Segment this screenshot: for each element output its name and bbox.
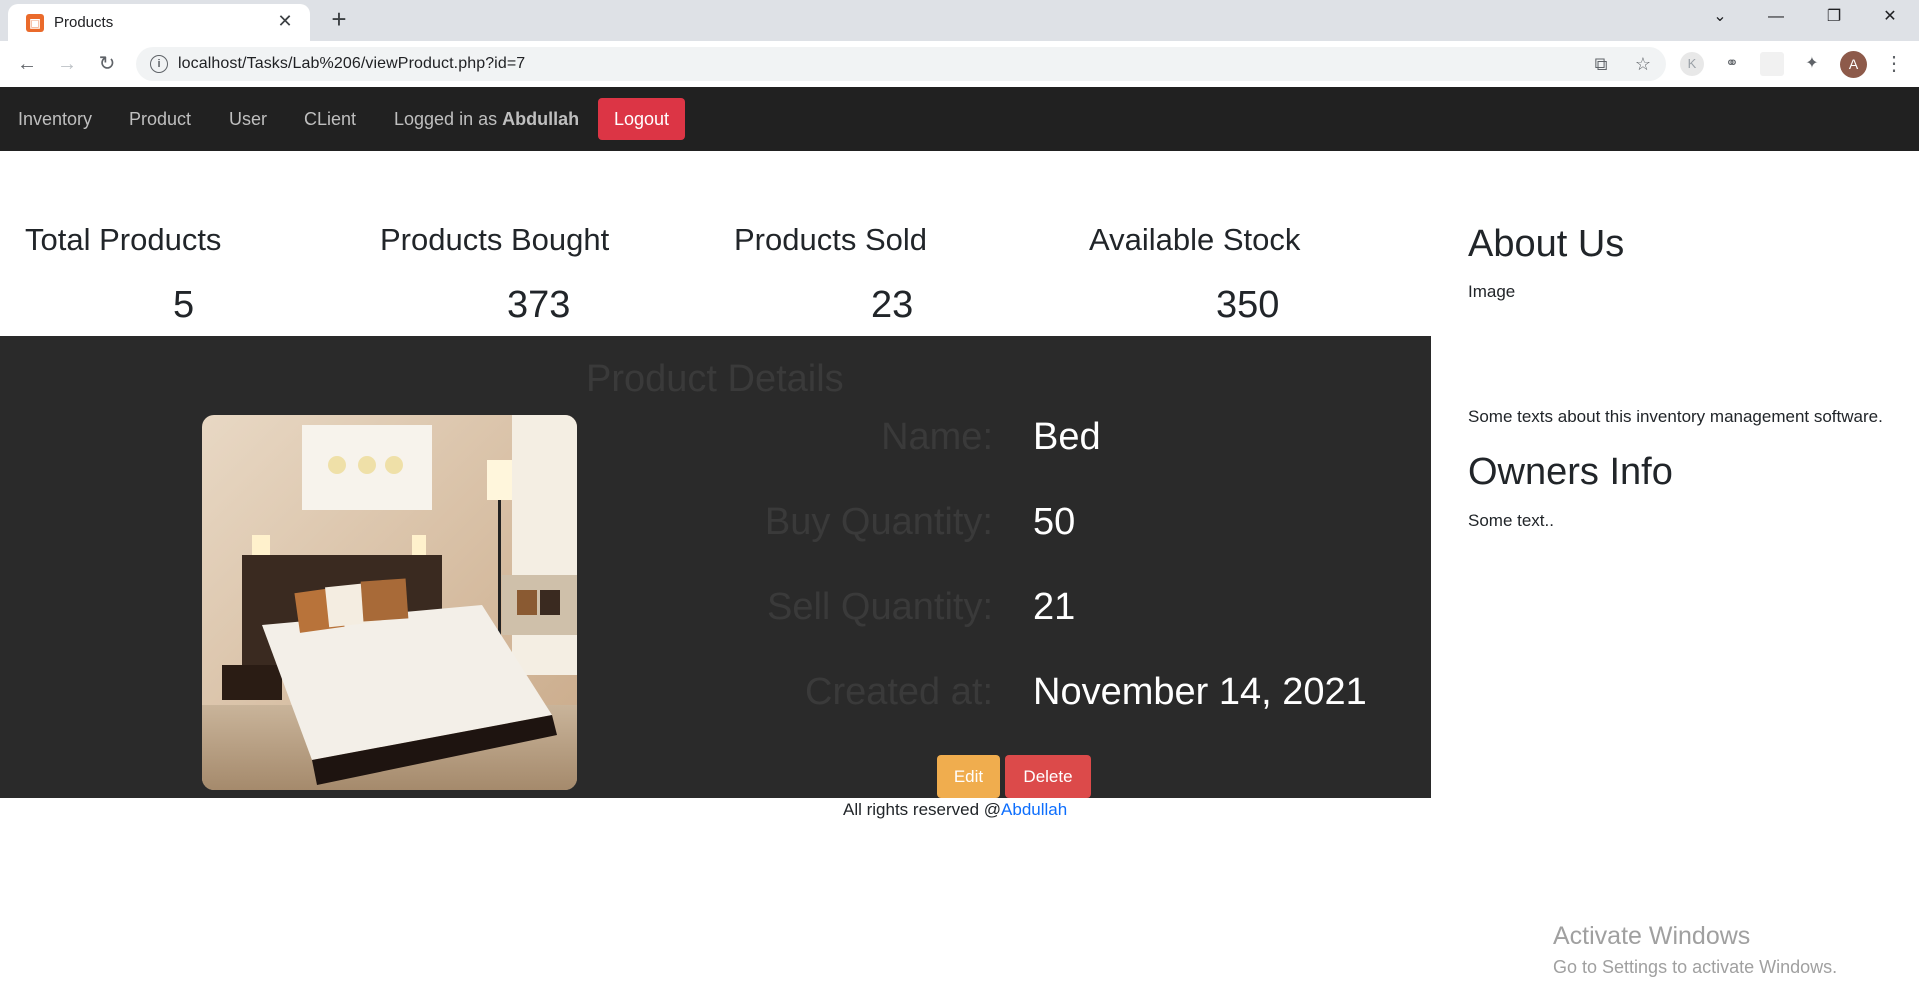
browser-tab-strip: ▣ Products ✕ + ⌄ — ❐ ✕ bbox=[0, 0, 1919, 41]
stat-value: 23 bbox=[871, 284, 914, 326]
url-text[interactable]: localhost/Tasks/Lab%206/viewProduct.php?… bbox=[178, 55, 525, 73]
logged-in-prefix: Logged in as bbox=[394, 109, 503, 129]
site-info-icon[interactable]: i bbox=[150, 55, 168, 73]
stat-products-sold: Products Sold 23 bbox=[734, 222, 1089, 326]
about-us-heading: About Us bbox=[1468, 223, 1625, 265]
delete-button[interactable]: Delete bbox=[1005, 755, 1091, 798]
footer-text: All rights reserved @ bbox=[843, 800, 1002, 819]
stat-label: Products Bought bbox=[380, 222, 610, 257]
nav-link-client[interactable]: CLient bbox=[304, 109, 356, 130]
xampp-favicon-icon: ▣ bbox=[26, 14, 44, 32]
activate-windows-subtitle: Go to Settings to activate Windows. bbox=[1553, 957, 1838, 977]
tab-title: Products bbox=[54, 14, 114, 31]
browser-tab[interactable]: ▣ Products ✕ bbox=[8, 4, 310, 41]
back-arrow-icon[interactable]: ← bbox=[12, 49, 42, 79]
address-bar[interactable]: i localhost/Tasks/Lab%206/viewProduct.ph… bbox=[136, 47, 1666, 81]
owners-text: Some text.. bbox=[1468, 511, 1554, 530]
window-close-icon[interactable]: ✕ bbox=[1862, 0, 1918, 34]
app-navbar: Inventory Product User CLient Logged in … bbox=[0, 87, 1919, 151]
tab-search-chevron-icon[interactable]: ⌄ bbox=[1692, 0, 1748, 34]
buy-quantity-label: Buy Quantity: bbox=[764, 501, 993, 543]
created-at-label: Created at: bbox=[805, 671, 993, 713]
created-at-value: November 14, 2021 bbox=[1033, 671, 1367, 713]
bookmark-star-icon[interactable]: ☆ bbox=[1630, 51, 1656, 77]
share-icon[interactable]: ⧉ bbox=[1588, 51, 1614, 77]
k-extension-icon[interactable]: K bbox=[1680, 52, 1704, 76]
stat-products-bought: Products Bought 373 bbox=[380, 222, 735, 326]
stat-value: 373 bbox=[507, 284, 571, 326]
more-menu-icon[interactable]: ⋮ bbox=[1882, 52, 1906, 76]
new-tab-icon[interactable]: + bbox=[324, 4, 354, 34]
logged-in-status: Logged in as Abdullah bbox=[394, 109, 579, 130]
minimize-icon[interactable]: — bbox=[1748, 0, 1804, 34]
profile-avatar[interactable]: A bbox=[1840, 51, 1867, 78]
extension-placeholder-icon[interactable] bbox=[1760, 52, 1784, 76]
stat-available-stock: Available Stock 350 bbox=[1089, 222, 1444, 326]
restore-icon[interactable]: ❐ bbox=[1806, 0, 1862, 34]
nav-link-inventory[interactable]: Inventory bbox=[18, 109, 92, 130]
forward-arrow-icon[interactable]: → bbox=[52, 49, 82, 79]
globe-extension-icon[interactable]: ⚭ bbox=[1720, 52, 1744, 76]
product-details-panel: Product Details Name: Bed Buy Quantity: … bbox=[0, 336, 1431, 798]
logout-button[interactable]: Logout bbox=[598, 98, 685, 140]
stat-label: Products Sold bbox=[734, 222, 927, 257]
stat-label: Total Products bbox=[25, 222, 222, 257]
about-image-placeholder: Image bbox=[1468, 282, 1516, 301]
stat-value: 5 bbox=[173, 284, 195, 326]
owners-info-heading: Owners Info bbox=[1468, 451, 1673, 493]
browser-toolbar: ← → ↻ i localhost/Tasks/Lab%206/viewProd… bbox=[0, 41, 1919, 88]
bedroom-photo bbox=[202, 415, 577, 790]
tab-close-icon[interactable]: ✕ bbox=[274, 10, 296, 32]
product-image bbox=[202, 415, 577, 790]
nav-link-user[interactable]: User bbox=[229, 109, 267, 130]
footer-author-link[interactable]: Abdullah bbox=[1001, 800, 1067, 819]
name-label: Name: bbox=[881, 416, 993, 458]
nav-link-product[interactable]: Product bbox=[129, 109, 191, 130]
buy-quantity-value: 50 bbox=[1033, 501, 1076, 543]
name-value: Bed bbox=[1033, 416, 1101, 458]
about-text: Some texts about this inventory manageme… bbox=[1468, 407, 1883, 426]
edit-button[interactable]: Edit bbox=[937, 755, 1000, 798]
sell-quantity-value: 21 bbox=[1033, 586, 1076, 628]
stat-total-products: Total Products 5 bbox=[25, 222, 380, 326]
logged-in-username: Abdullah bbox=[502, 109, 580, 129]
sell-quantity-label: Sell Quantity: bbox=[767, 586, 993, 628]
stat-value: 350 bbox=[1216, 284, 1280, 326]
reload-icon[interactable]: ↻ bbox=[92, 49, 122, 79]
product-details-heading: Product Details bbox=[586, 358, 844, 400]
stat-label: Available Stock bbox=[1089, 222, 1301, 257]
footer: All rights reserved @Abdullah bbox=[843, 800, 1067, 820]
activate-windows-title: Activate Windows bbox=[1553, 922, 1751, 950]
puzzle-extensions-icon[interactable]: ✦ bbox=[1800, 52, 1824, 76]
